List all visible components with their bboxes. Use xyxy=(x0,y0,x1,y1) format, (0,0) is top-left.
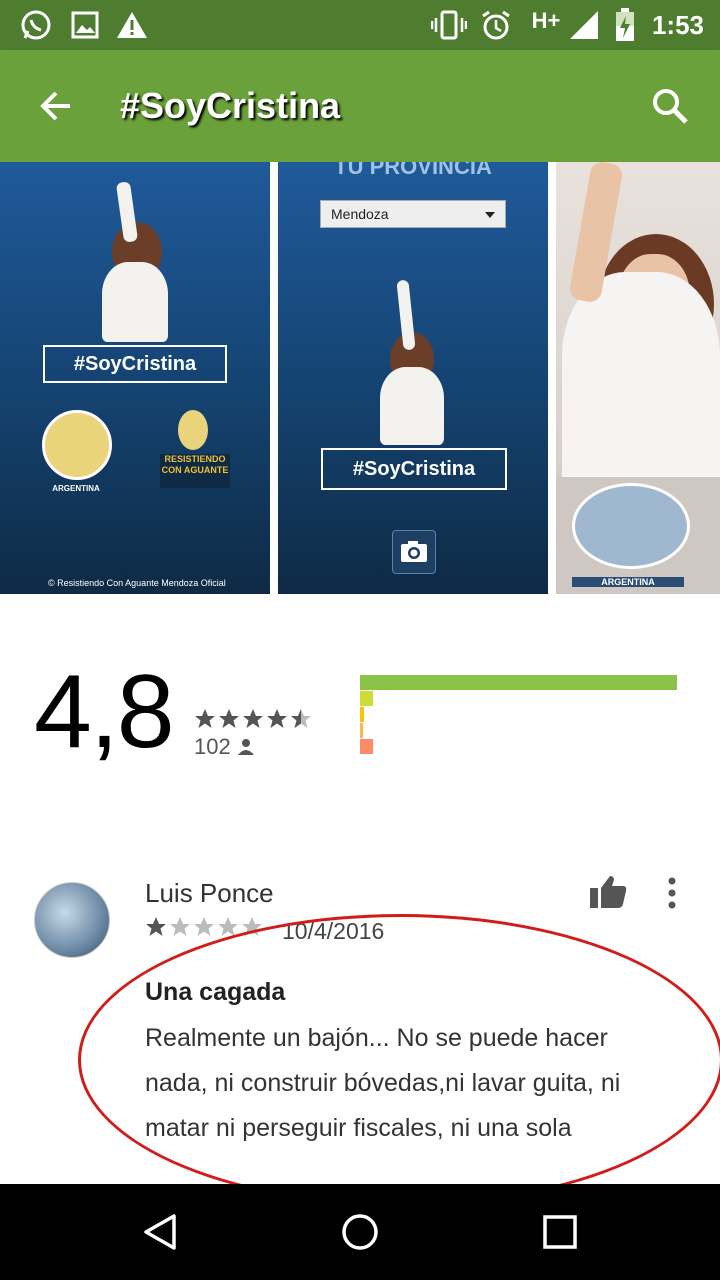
histogram-bar-4-stars xyxy=(360,691,373,706)
resistiendo-logo: ARGENTINA xyxy=(556,477,720,594)
home-nav-icon[interactable] xyxy=(340,1212,380,1252)
resistiendo-logo xyxy=(42,410,112,480)
rating-count: 102 xyxy=(194,734,255,760)
whatsapp-icon xyxy=(18,8,54,42)
more-vert-icon[interactable] xyxy=(662,876,682,912)
screenshot-footer: © Resistiendo Con Aguante Mendoza Oficia… xyxy=(48,578,226,588)
status-time: 1:53 xyxy=(651,10,704,40)
star-rating-icon xyxy=(195,709,311,728)
victory-logo: RESISTIENDO CON AGUANTE xyxy=(160,410,230,490)
histogram-bar-3-stars xyxy=(360,707,364,722)
network-type: H+ xyxy=(531,8,561,33)
battery-charging-icon xyxy=(614,8,636,42)
navigation-bar xyxy=(0,1184,720,1280)
screenshot-gallery[interactable]: #SoyCristina ARGENTINA RESISTIENDO CON AG… xyxy=(0,162,720,594)
dropdown-value: Mendoza xyxy=(331,206,389,222)
annotation-ellipse xyxy=(78,914,720,1206)
person-icon xyxy=(237,739,254,755)
avatar[interactable] xyxy=(34,882,110,958)
rating-count-value: 102 xyxy=(194,734,231,759)
histogram-bar-2-stars xyxy=(360,723,363,738)
hashtag-box: #SoyCristina xyxy=(43,345,227,383)
figure-body xyxy=(562,272,720,482)
figure-body xyxy=(102,262,168,342)
screenshot-1[interactable]: #SoyCristina ARGENTINA RESISTIENDO CON AG… xyxy=(0,162,270,594)
rating-score: 4,8 xyxy=(34,654,175,770)
back-nav-icon[interactable] xyxy=(140,1212,180,1252)
histogram-bar-5-stars xyxy=(360,675,677,690)
screenshot-2[interactable]: TU PROVINCIA Mendoza #SoyCristina xyxy=(278,162,548,594)
warning-icon xyxy=(114,8,150,42)
rating-stars xyxy=(194,706,318,737)
image-icon xyxy=(70,8,100,42)
province-heading: TU PROVINCIA xyxy=(334,162,492,179)
logo-sub-text: ARGENTINA xyxy=(572,577,684,587)
search-icon[interactable] xyxy=(650,86,690,126)
app-title: #SoyCristina xyxy=(120,85,341,126)
review-author: Luis Ponce xyxy=(145,878,274,908)
histogram-bar-1-stars xyxy=(360,739,373,754)
figure-body xyxy=(380,367,444,445)
hashtag-text: #SoyCristina xyxy=(73,353,197,375)
alarm-icon xyxy=(478,8,514,42)
signal-icon xyxy=(566,8,602,42)
thumbs-up-icon[interactable] xyxy=(588,874,628,910)
dropdown-arrow-icon xyxy=(485,212,495,218)
vibrate-icon xyxy=(430,8,468,42)
camera-icon xyxy=(392,530,436,574)
hashtag-text: #SoyCristina xyxy=(352,458,476,480)
logo-sub-text: ARGENTINA xyxy=(52,484,100,493)
status-bar: H+ 1:53 xyxy=(0,0,720,50)
arrow-back-icon[interactable] xyxy=(36,86,76,126)
screenshot-3[interactable]: ARGENTINA xyxy=(556,162,720,594)
recents-nav-icon[interactable] xyxy=(542,1214,578,1250)
province-dropdown: Mendoza xyxy=(320,200,506,228)
app-bar: #SoyCristina xyxy=(0,50,720,162)
hashtag-box: #SoyCristina xyxy=(321,448,507,490)
